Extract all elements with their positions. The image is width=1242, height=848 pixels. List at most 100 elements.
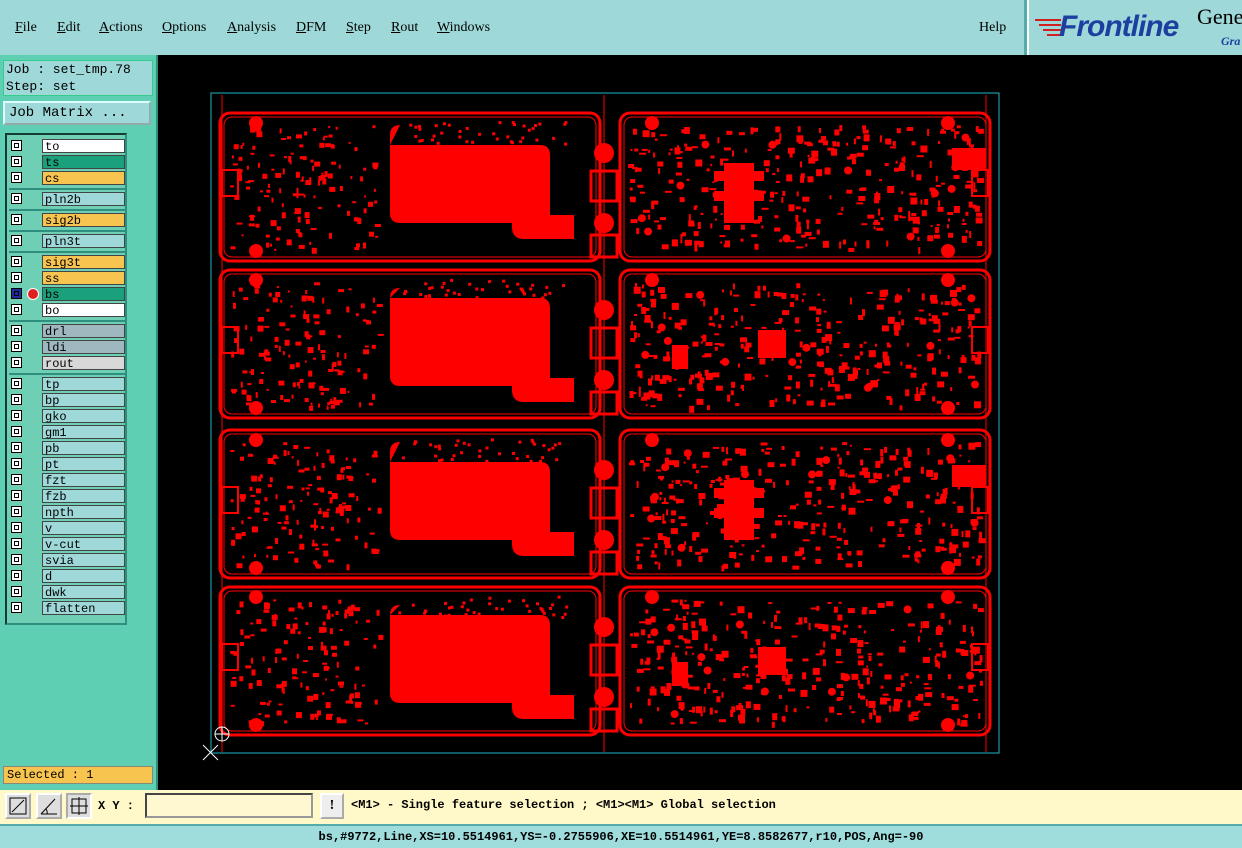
grid-snap-button[interactable] bbox=[66, 793, 92, 819]
layer-name[interactable]: sig2b bbox=[42, 213, 125, 228]
menu-actions[interactable]: Actions bbox=[99, 20, 143, 36]
layer-name[interactable]: tp bbox=[42, 377, 125, 392]
layer-checkbox[interactable] bbox=[11, 554, 22, 565]
layer-checkbox[interactable] bbox=[11, 341, 22, 352]
layer-row-npth[interactable]: npth bbox=[9, 505, 125, 520]
layer-row-rout[interactable]: rout bbox=[9, 356, 125, 371]
layer-checkbox[interactable] bbox=[11, 426, 22, 437]
layer-checkbox[interactable] bbox=[11, 410, 22, 421]
menu-edit[interactable]: Edit bbox=[57, 20, 80, 36]
layer-checkbox[interactable] bbox=[11, 235, 22, 246]
layer-checkbox[interactable] bbox=[11, 602, 22, 613]
layer-name[interactable]: v bbox=[42, 521, 125, 536]
layer-row-pb[interactable]: pb bbox=[9, 441, 125, 456]
layer-row-sig3t[interactable]: sig3t bbox=[9, 255, 125, 270]
menu-dfm[interactable]: DFM bbox=[296, 20, 326, 36]
layer-row-d[interactable]: d bbox=[9, 569, 125, 584]
layer-row-to[interactable]: to bbox=[9, 139, 125, 154]
layer-checkbox[interactable] bbox=[11, 272, 22, 283]
layer-checkbox[interactable] bbox=[11, 538, 22, 549]
layer-name[interactable]: svia bbox=[42, 553, 125, 568]
layer-checkbox[interactable] bbox=[11, 378, 22, 389]
layer-checkbox[interactable] bbox=[11, 458, 22, 469]
layer-row-v[interactable]: v bbox=[9, 521, 125, 536]
menu-windows[interactable]: Windows bbox=[437, 20, 490, 36]
layer-name[interactable]: fzb bbox=[42, 489, 125, 504]
layer-checkbox[interactable] bbox=[11, 325, 22, 336]
layer-name[interactable]: d bbox=[42, 569, 125, 584]
xy-input[interactable] bbox=[145, 793, 313, 818]
layer-checkbox[interactable] bbox=[11, 442, 22, 453]
layer-row-dwk[interactable]: dwk bbox=[9, 585, 125, 600]
job-matrix-button[interactable]: Job Matrix ... bbox=[3, 101, 151, 125]
layer-checkbox[interactable] bbox=[11, 193, 22, 204]
layer-name[interactable]: ldi bbox=[42, 340, 125, 355]
layer-name[interactable]: drl bbox=[42, 324, 125, 339]
layer-checkbox[interactable] bbox=[11, 357, 22, 368]
layer-name[interactable]: bo bbox=[42, 303, 125, 318]
layer-checkbox[interactable] bbox=[11, 394, 22, 405]
layer-row-ts[interactable]: ts bbox=[9, 155, 125, 170]
layer-row-cs[interactable]: cs bbox=[9, 171, 125, 186]
message-button[interactable]: ! bbox=[320, 793, 344, 819]
layer-name[interactable]: ts bbox=[42, 155, 125, 170]
layer-checkbox[interactable] bbox=[11, 506, 22, 517]
layer-name[interactable]: fzt bbox=[42, 473, 125, 488]
layer-name[interactable]: gko bbox=[42, 409, 125, 424]
layer-name[interactable]: ss bbox=[42, 271, 125, 286]
zoom-area-button[interactable] bbox=[5, 793, 31, 819]
layer-row-v-cut[interactable]: v-cut bbox=[9, 537, 125, 552]
layer-name[interactable]: pln3t bbox=[42, 234, 125, 249]
graphic-canvas[interactable] bbox=[158, 55, 1242, 790]
layer-name[interactable]: v-cut bbox=[42, 537, 125, 552]
layer-checkbox[interactable] bbox=[11, 490, 22, 501]
menu-step[interactable]: Step bbox=[346, 20, 371, 36]
layer-checkbox[interactable] bbox=[11, 522, 22, 533]
layer-name[interactable]: pln2b bbox=[42, 192, 125, 207]
layer-checkbox[interactable] bbox=[11, 304, 22, 315]
pcb-panel-view[interactable] bbox=[158, 55, 1242, 790]
layer-name[interactable]: flatten bbox=[42, 601, 125, 616]
layer-row-fzt[interactable]: fzt bbox=[9, 473, 125, 488]
menu-file[interactable]: File bbox=[15, 20, 37, 36]
layer-row-bp[interactable]: bp bbox=[9, 393, 125, 408]
menu-analysis[interactable]: Analysis bbox=[227, 20, 276, 36]
layer-row-flatten[interactable]: flatten bbox=[9, 601, 125, 616]
layer-name[interactable]: pb bbox=[42, 441, 125, 456]
layer-checkbox[interactable] bbox=[11, 214, 22, 225]
layer-name[interactable]: to bbox=[42, 139, 125, 154]
layer-name[interactable]: bp bbox=[42, 393, 125, 408]
menu-help[interactable]: Help bbox=[979, 20, 1006, 36]
layer-row-pt[interactable]: pt bbox=[9, 457, 125, 472]
layer-checkbox[interactable] bbox=[11, 586, 22, 597]
layer-checkbox[interactable] bbox=[11, 288, 22, 299]
layer-checkbox[interactable] bbox=[11, 140, 22, 151]
layer-checkbox[interactable] bbox=[11, 172, 22, 183]
layer-row-gko[interactable]: gko bbox=[9, 409, 125, 424]
measure-button[interactable] bbox=[36, 793, 62, 819]
layer-checkbox[interactable] bbox=[11, 256, 22, 267]
layer-row-svia[interactable]: svia bbox=[9, 553, 125, 568]
layer-name[interactable]: cs bbox=[42, 171, 125, 186]
layer-row-ss[interactable]: ss bbox=[9, 271, 125, 286]
menu-options[interactable]: Options bbox=[162, 20, 206, 36]
layer-row-pln2b[interactable]: pln2b bbox=[9, 192, 125, 207]
layer-checkbox[interactable] bbox=[11, 474, 22, 485]
menu-rout[interactable]: Rout bbox=[391, 20, 418, 36]
layer-row-pln3t[interactable]: pln3t bbox=[9, 234, 125, 249]
layer-name[interactable]: pt bbox=[42, 457, 125, 472]
layer-row-sig2b[interactable]: sig2b bbox=[9, 213, 125, 228]
layer-name[interactable]: sig3t bbox=[42, 255, 125, 270]
layer-row-fzb[interactable]: fzb bbox=[9, 489, 125, 504]
layer-checkbox[interactable] bbox=[11, 156, 22, 167]
layer-row-drl[interactable]: drl bbox=[9, 324, 125, 339]
layer-name[interactable]: bs bbox=[42, 287, 125, 302]
layer-row-tp[interactable]: tp bbox=[9, 377, 125, 392]
layer-row-bo[interactable]: bo bbox=[9, 303, 125, 318]
layer-row-ldi[interactable]: ldi bbox=[9, 340, 125, 355]
layer-name[interactable]: rout bbox=[42, 356, 125, 371]
layer-row-bs[interactable]: bs bbox=[9, 287, 125, 302]
layer-name[interactable]: npth bbox=[42, 505, 125, 520]
layer-row-gm1[interactable]: gm1 bbox=[9, 425, 125, 440]
layer-checkbox[interactable] bbox=[11, 570, 22, 581]
